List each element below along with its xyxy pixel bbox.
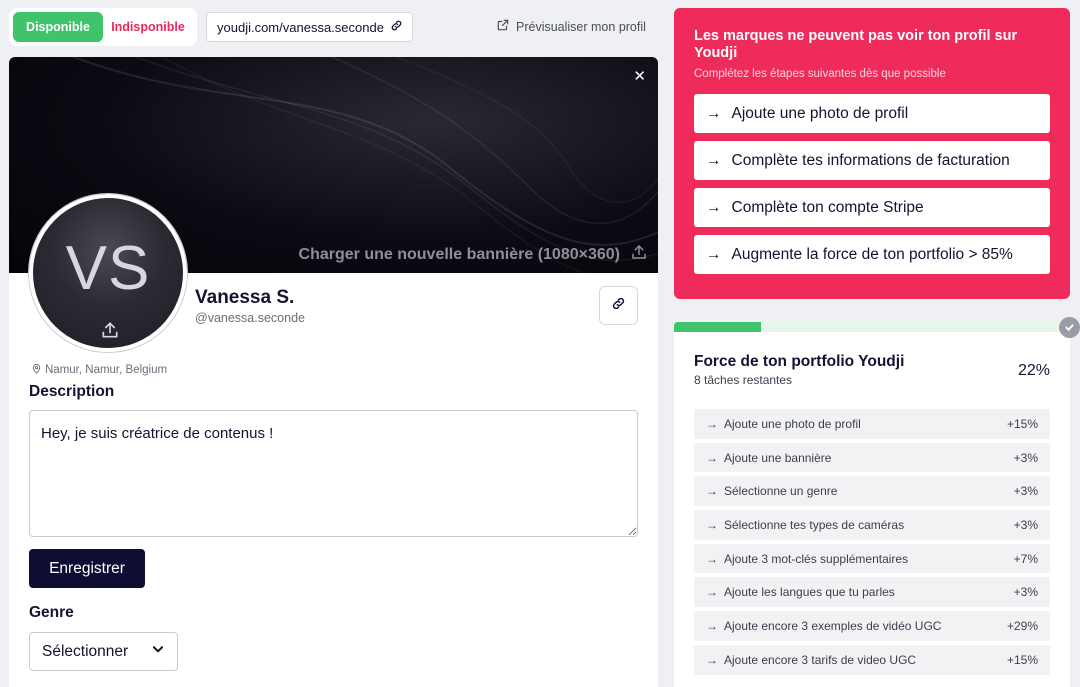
description-input[interactable]: Hey, je suis créatrice de contenus !	[29, 410, 638, 537]
strength-title: Force de ton portfolio Youdji	[694, 353, 905, 370]
strength-progress-fill	[674, 322, 762, 332]
profile-handle: @vanessa.seconde	[195, 311, 305, 325]
portfolio-strength-card: Force de ton portfolio Youdji 8 tâches r…	[674, 317, 1080, 687]
list-item[interactable]: → Ajoute encore 3 exemples de vidéo UGC +2…	[694, 611, 1050, 641]
task-label: Ajoute une photo de profil	[724, 416, 861, 431]
genre-heading: Genre	[29, 604, 74, 621]
description-heading: Description	[29, 383, 115, 400]
profile-url: youdji.com/vanessa.seconde	[217, 19, 384, 35]
alert-step-label: Ajoute une photo de profil	[731, 104, 909, 122]
availability-toggle: Disponible Indisponible	[9, 8, 197, 46]
banner-upload-label: Charger une nouvelle bannière (1080×360)	[298, 245, 620, 263]
list-item[interactable]: → Sélectionne tes types de caméras +3%	[694, 510, 1050, 540]
strength-progress-bar	[674, 322, 1070, 332]
task-label: Sélectionne tes types de caméras	[724, 517, 905, 532]
upload-icon	[630, 243, 648, 266]
task-value: +7%	[1013, 551, 1038, 566]
banner-upload-button[interactable]: Charger une nouvelle bannière (1080×360)	[299, 243, 648, 266]
alert-subtitle: Complétez les étapes suivantes dès que p…	[694, 68, 946, 80]
alert-step[interactable]: → Ajoute une photo de profil	[694, 94, 1050, 133]
banner-close-icon[interactable]: ✕	[633, 67, 646, 85]
location-pin-icon	[31, 363, 42, 377]
task-value: +29%	[1006, 618, 1038, 633]
task-value: +15%	[1006, 416, 1038, 431]
alert-title: Les marques ne peuvent pas voir ton prof…	[694, 28, 1018, 61]
copy-link-button[interactable]	[599, 286, 638, 325]
list-item[interactable]: → Sélectionne un genre +3%	[694, 476, 1050, 507]
list-item[interactable]: → Ajoute encore 3 tarifs de video UGC +15%	[694, 644, 1050, 675]
alert-step-label: Augmente la force de ton portfolio > 85%	[731, 245, 1013, 263]
arrow-right-icon: →	[706, 551, 718, 566]
alert-step[interactable]: → Complète tes informations de facturati…	[694, 141, 1050, 180]
arrow-right-icon: →	[706, 652, 718, 667]
unavailable-option[interactable]: Indisponible	[103, 12, 193, 42]
alert-step-label: Complète ton compte Stripe	[731, 198, 924, 216]
visibility-alert: Les marques ne peuvent pas voir ton prof…	[674, 8, 1070, 299]
link-icon	[390, 19, 403, 35]
chevron-down-icon	[151, 642, 165, 661]
alert-steps: → Ajoute une photo de profil → Complète …	[694, 94, 1050, 274]
list-item[interactable]: → Ajoute 3 mot-clés supplémentaires +7%	[694, 543, 1050, 574]
external-link-icon	[496, 18, 510, 35]
preview-label: Prévisualiser mon profil	[516, 19, 646, 34]
arrow-right-icon: →	[706, 484, 718, 499]
alert-step[interactable]: → Augmente la force de ton portfolio > 8…	[694, 235, 1050, 274]
avatar[interactable]: VS	[29, 194, 187, 352]
profile-location: Namur, Namur, Belgium	[31, 363, 167, 377]
task-label: Ajoute une bannière	[724, 450, 832, 465]
arrow-right-icon: →	[706, 517, 718, 532]
list-item[interactable]: → Ajoute une bannière +3%	[694, 442, 1050, 473]
avatar-upload-icon[interactable]	[100, 320, 120, 345]
alert-step-label: Complète tes informations de facturation	[731, 151, 1010, 169]
strength-percent: 22%	[1017, 362, 1050, 379]
task-value: +3%	[1013, 585, 1038, 600]
profile-url-pill[interactable]: youdji.com/vanessa.seconde	[206, 12, 413, 42]
task-value: +15%	[1006, 652, 1038, 667]
task-label: Ajoute encore 3 tarifs de video UGC	[724, 652, 917, 667]
available-option[interactable]: Disponible	[13, 12, 103, 42]
avatar-initials: VS	[65, 233, 151, 303]
task-label: Ajoute 3 mot-clés supplémentaires	[724, 551, 909, 566]
arrow-right-icon: →	[706, 416, 718, 431]
task-value: +3%	[1013, 517, 1038, 532]
profile-name: Vanessa S.	[195, 287, 295, 308]
task-value: +3%	[1013, 484, 1038, 499]
arrow-right-icon: →	[706, 585, 718, 600]
profile-card: ✕ Charger une nouvelle bannière (1080×36…	[9, 57, 658, 687]
location-text: Namur, Namur, Belgium	[45, 364, 168, 376]
arrow-right-icon: →	[706, 151, 722, 169]
genre-select[interactable]: Sélectionner	[29, 632, 178, 671]
task-label: Ajoute encore 3 exemples de vidéo UGC	[724, 618, 942, 633]
task-value: +3%	[1013, 450, 1038, 465]
strength-remaining: 8 tâches restantes	[694, 373, 793, 387]
preview-profile-link[interactable]: Prévisualiser mon profil	[496, 18, 646, 35]
arrow-right-icon: →	[706, 450, 718, 465]
link-icon	[611, 296, 626, 316]
check-circle-icon	[1059, 317, 1080, 338]
arrow-right-icon: →	[706, 618, 718, 633]
list-item[interactable]: → Ajoute les langues que tu parles +3%	[694, 577, 1050, 608]
arrow-right-icon: →	[706, 198, 722, 216]
task-label: Ajoute les langues que tu parles	[724, 585, 895, 600]
genre-select-value: Sélectionner	[42, 642, 129, 660]
arrow-right-icon: →	[706, 104, 722, 122]
save-button[interactable]: Enregistrer	[29, 549, 145, 588]
strength-tasks: → Ajoute une photo de profil +15% → Ajoute …	[694, 409, 1050, 675]
list-item[interactable]: → Ajoute une photo de profil +15%	[694, 409, 1050, 439]
task-label: Sélectionne un genre	[724, 484, 838, 499]
arrow-right-icon: →	[706, 245, 722, 263]
alert-step[interactable]: → Complète ton compte Stripe	[694, 188, 1050, 227]
